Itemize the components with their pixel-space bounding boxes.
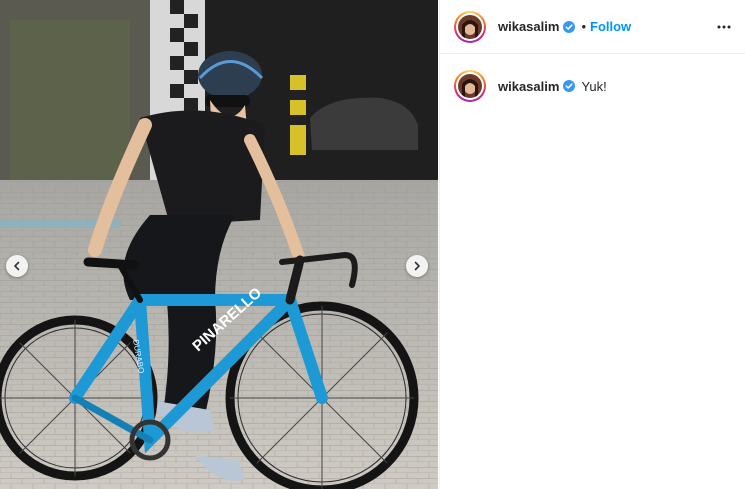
avatar-ring	[456, 72, 484, 100]
post-photo[interactable]: PINARELLO DURABO	[0, 0, 438, 489]
comment-username-link[interactable]: wikasalim	[498, 79, 559, 94]
avatar-photo	[458, 14, 482, 39]
username-link[interactable]: wikasalim	[498, 19, 559, 34]
profile-avatar[interactable]	[454, 10, 486, 43]
avatar-photo	[458, 74, 482, 98]
verified-badge-icon	[563, 80, 576, 92]
comment-avatar[interactable]	[454, 70, 486, 102]
follow-button[interactable]: Follow	[590, 19, 631, 34]
chevron-left-icon	[14, 261, 20, 271]
more-options-button[interactable]	[714, 17, 734, 37]
caption-text: Yuk!	[581, 78, 607, 94]
comment-text: wikasalim Yuk!	[498, 79, 607, 94]
next-photo-button[interactable]	[406, 255, 428, 277]
post-header: wikasalim • Follow	[440, 0, 745, 54]
verified-badge-icon	[563, 20, 576, 33]
separator-dot: •	[581, 19, 586, 34]
caption-comment: wikasalim Yuk!	[440, 54, 745, 102]
photo-illustration: PINARELLO DURABO	[0, 0, 438, 489]
post-sidebar: wikasalim • Follow wikasalim Yuk!	[439, 0, 745, 489]
avatar-ring	[456, 12, 484, 41]
chevron-right-icon	[414, 261, 420, 271]
previous-photo-button[interactable]	[6, 255, 28, 277]
more-horizontal-icon	[717, 25, 731, 28]
